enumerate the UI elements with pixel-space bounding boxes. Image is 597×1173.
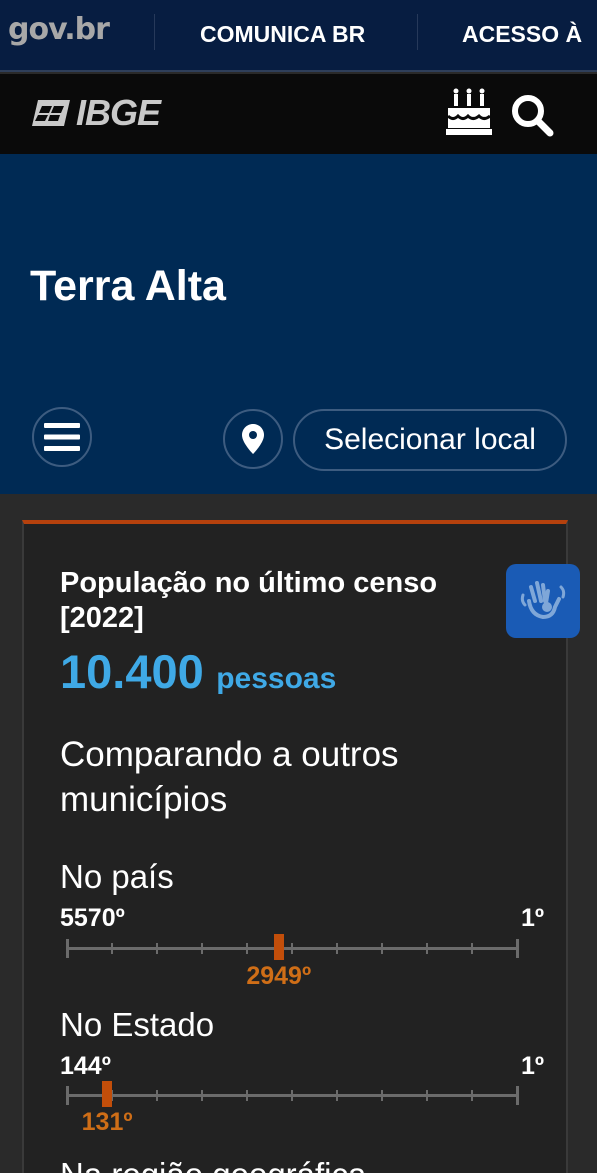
location-header: Terra Alta Selecionar local	[0, 154, 597, 494]
ranking-tick	[156, 943, 158, 954]
birthday-cake-icon[interactable]	[444, 88, 494, 143]
ranking-marker	[273, 934, 284, 960]
ranking-label: No Estado	[60, 1006, 215, 1043]
ranking-tick	[66, 1086, 69, 1105]
hamburger-menu-icon	[44, 423, 80, 451]
ranking-tick	[246, 943, 248, 954]
ranking-max: 1º	[520, 904, 544, 932]
ranking-min: 144º	[60, 1052, 111, 1080]
menu-button[interactable]	[32, 407, 92, 467]
acesso-a-informacao-link[interactable]: ACESSO À	[462, 21, 582, 48]
page-title: Terra Alta	[30, 262, 226, 310]
ranking-tick	[516, 1086, 519, 1105]
ranking-axis	[66, 1086, 519, 1105]
sign-language-hands-icon	[520, 581, 566, 620]
search-icon[interactable]	[509, 92, 555, 143]
ranking-tick	[291, 1090, 293, 1101]
ranking-max: 1º	[520, 1052, 544, 1080]
comunica-br-link[interactable]: COMUNICA BR	[200, 21, 365, 48]
libras-button[interactable]	[506, 564, 580, 638]
ranking-tick	[381, 1090, 383, 1101]
ranking-tick	[111, 943, 113, 954]
comparison-title: Comparando a outros municípios	[60, 735, 399, 819]
ranking-tick	[66, 939, 69, 958]
ibge-header-bar: IBGE	[0, 74, 597, 154]
govbar-divider	[154, 14, 155, 50]
population-unit: pessoas	[216, 662, 337, 695]
ranking-current: 131º	[81, 1108, 133, 1136]
indicator-value: 10.400 pessoas	[60, 644, 336, 699]
ranking-tick	[336, 943, 338, 954]
ibge-logo-text: IBGE	[76, 92, 161, 133]
ranking-tick	[336, 1090, 338, 1101]
ranking-tick	[426, 1090, 428, 1101]
ranking-axis	[66, 939, 519, 958]
ranking-tick	[381, 943, 383, 954]
indicator-label: População no último censo [2022]	[60, 567, 438, 634]
map-pin-icon	[242, 424, 264, 454]
ranking-tick	[156, 1090, 158, 1101]
ranking-min: 5570º	[60, 904, 125, 932]
ibge-logo-mark-icon	[32, 100, 70, 126]
population-card: População no último censo [2022] 10.400 …	[22, 520, 580, 1173]
select-location-button[interactable]: Selecionar local	[293, 409, 567, 471]
location-button[interactable]	[223, 409, 283, 469]
ranking-marker	[102, 1081, 113, 1107]
govbr-logo[interactable]: gov.br	[8, 12, 110, 47]
ranking-region-label: Na região geográfica	[60, 1156, 366, 1173]
ibge-logo[interactable]: IBGE	[30, 92, 161, 134]
ranking-tick	[516, 939, 519, 958]
ranking-state: No Estado 144º 1º 131º	[60, 1006, 544, 1146]
govbar-divider	[417, 14, 418, 50]
population-value: 10.400	[60, 645, 204, 698]
govbr-top-bar: gov.br COMUNICA BR ACESSO À	[0, 0, 597, 72]
ranking-tick	[246, 1090, 248, 1101]
ranking-tick	[471, 1090, 473, 1101]
ranking-tick	[201, 1090, 203, 1101]
ranking-tick	[291, 943, 293, 954]
ranking-tick	[471, 943, 473, 954]
ranking-label: No país	[60, 858, 174, 895]
ranking-tick	[201, 943, 203, 954]
ranking-current: 2949º	[246, 962, 312, 990]
ranking-tick	[426, 943, 428, 954]
ranking-country: No país 5570º 1º 2949º	[60, 858, 544, 998]
